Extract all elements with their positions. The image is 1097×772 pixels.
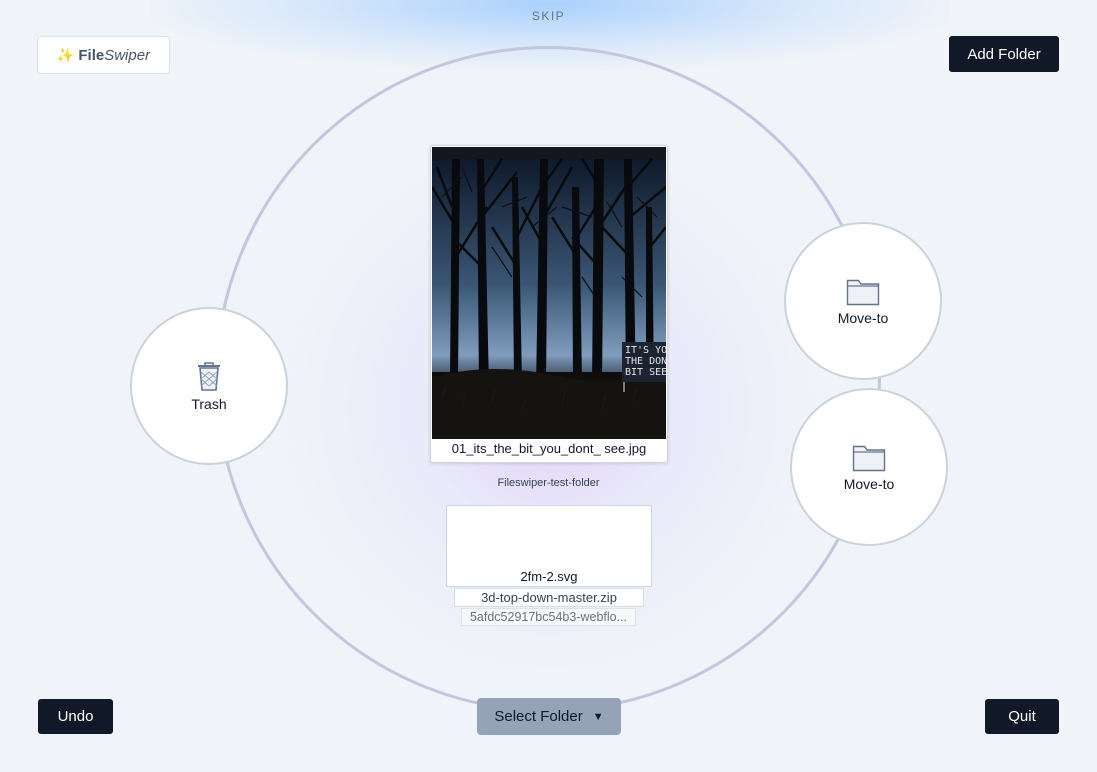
brand-logo: ✨ FileSwiper [37,36,170,74]
move-to-target-2[interactable]: Move-to [790,388,948,546]
queue-item-3: 5afdc52917bc54b3-webflo... [461,608,636,626]
dropdown-arrow-icon: ▼ [592,710,604,723]
brand-name-part2: Swiper [104,46,151,64]
select-folder-label: Select Folder [494,708,583,725]
sign-line-1: IT'S YOU [625,345,666,356]
skip-button[interactable]: SKIP [0,9,1097,23]
move-to-target-1[interactable]: Move-to [784,222,942,380]
sign-line-2: THE DON' [625,356,666,367]
current-folder-name: Fileswiper-test-folder [497,477,600,489]
trash-target[interactable]: Trash [130,307,288,465]
queue-item-2: 3d-top-down-master.zip [454,588,644,607]
select-folder-dropdown[interactable]: Select Folder ▼ [477,698,621,735]
current-file-card[interactable]: IT'S YOU THE DON' BIT SEE 01_its_the_bit… [430,145,668,463]
trash-bin-icon [198,362,220,391]
undo-button[interactable]: Undo [38,699,113,734]
move-to-label-1: Move-to [837,310,889,326]
sign-line-3: BIT SEE [625,367,666,378]
quit-button[interactable]: Quit [985,699,1059,734]
current-file-name: 01_its_the_bit_you_dont_ see.jpg [451,441,647,456]
sparkle-icon: ✨ [56,46,75,63]
queue-item-1-name: 2fm-2.svg [520,569,578,584]
folder-icon [852,445,886,472]
file-preview-image: IT'S YOU THE DON' BIT SEE [432,147,666,439]
add-folder-button[interactable]: Add Folder [949,36,1059,72]
folder-icon [846,279,880,306]
queue-item-1: 2fm-2.svg [446,505,652,587]
brand-name-part1: File [78,46,105,64]
trash-label: Trash [191,396,227,412]
